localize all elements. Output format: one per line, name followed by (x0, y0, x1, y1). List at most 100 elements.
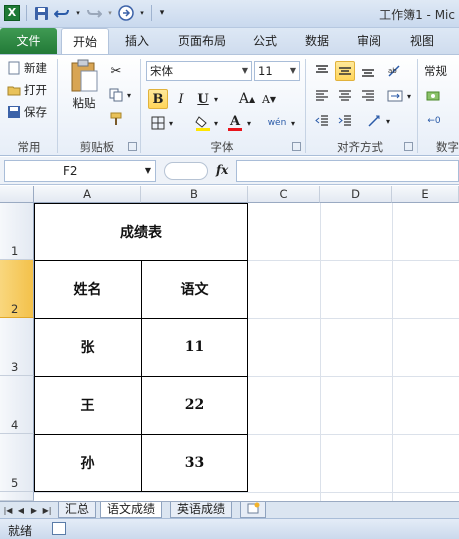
font-color-dropdown-icon[interactable]: ▾ (244, 113, 254, 133)
row-header-3[interactable]: 3 (0, 318, 34, 376)
copy-dropdown-icon[interactable]: ▾ (124, 85, 134, 105)
row-header-4[interactable]: 4 (0, 376, 34, 434)
font-name-value: 宋体 (150, 64, 173, 78)
undo-icon[interactable] (53, 4, 71, 22)
grow-font-label: A (238, 91, 249, 107)
open-button[interactable]: 打开 (7, 82, 47, 98)
macro-record-icon[interactable] (52, 522, 66, 535)
table-cell[interactable]: 孙 (34, 434, 141, 492)
align-left-icon[interactable] (312, 86, 332, 106)
number-format-select[interactable]: 常规 (424, 63, 447, 79)
phonetic-dropdown-icon[interactable]: ▾ (288, 113, 298, 133)
undo-dropdown-icon[interactable]: ▾ (74, 4, 82, 22)
row-header-1[interactable]: 1 (0, 203, 34, 260)
merge-center-icon[interactable] (385, 86, 405, 106)
underline-button[interactable]: U (193, 89, 213, 109)
tab-formulas[interactable]: 公式 (245, 28, 285, 54)
header-cell-name[interactable]: 姓名 (34, 260, 141, 318)
underline-dropdown-icon[interactable]: ▾ (211, 89, 221, 109)
tab-view[interactable]: 视图 (402, 28, 442, 54)
align-bottom-icon[interactable] (358, 61, 378, 81)
customize-toolbar-icon[interactable]: ▾ (157, 4, 167, 22)
bold-button[interactable]: B (148, 89, 168, 109)
column-header-c[interactable]: C (248, 186, 320, 203)
next-sheet-icon[interactable]: ▶ (28, 504, 40, 517)
name-box[interactable]: F2 ▼ (4, 160, 156, 182)
sheet-tab-english[interactable]: 英语成绩 (170, 502, 233, 518)
row-header-2[interactable]: 2 (0, 260, 34, 318)
grow-font-button[interactable]: A ▲ (237, 89, 257, 109)
save-icon[interactable] (32, 4, 50, 22)
column-header-d[interactable]: D (320, 186, 392, 203)
last-sheet-icon[interactable]: ▶| (41, 504, 53, 517)
align-center-icon[interactable] (335, 86, 355, 106)
table-cell[interactable]: 11 (141, 318, 248, 376)
redo-dropdown-icon[interactable]: ▾ (106, 4, 114, 22)
tab-review[interactable]: 审阅 (349, 28, 389, 54)
borders-dropdown-icon[interactable]: ▾ (166, 113, 176, 133)
group-label-number: 数字 (436, 140, 459, 154)
forward-dropdown-icon[interactable]: ▾ (138, 4, 146, 22)
redo-icon[interactable] (85, 4, 103, 22)
italic-button[interactable]: I (171, 89, 191, 109)
column-header-b[interactable]: B (141, 186, 248, 203)
decrease-decimal-icon[interactable]: ←0 (424, 111, 444, 131)
text-direction-dropdown-icon[interactable]: ▾ (383, 111, 393, 131)
shrink-font-button[interactable]: A ▼ (259, 89, 279, 109)
align-middle-icon[interactable] (335, 61, 355, 81)
phonetic-guide-button[interactable]: wén (265, 113, 289, 133)
align-top-icon[interactable] (312, 61, 332, 81)
cut-icon[interactable]: ✂ (106, 61, 126, 81)
save-button[interactable]: 保存 (7, 104, 47, 120)
alignment-launcher-icon[interactable] (404, 142, 413, 151)
table-title-cell[interactable]: 成绩表 (34, 203, 248, 260)
font-name-select[interactable]: 宋体 ▼ (146, 61, 252, 81)
align-right-icon[interactable] (358, 86, 378, 106)
tab-data[interactable]: 数据 (297, 28, 337, 54)
column-header-a[interactable]: A (34, 186, 141, 203)
table-cell[interactable]: 33 (141, 434, 248, 492)
font-size-select[interactable]: 11 ▼ (254, 61, 300, 81)
table-cell[interactable]: 22 (141, 376, 248, 434)
sheet-tab-summary[interactable]: 汇总 (58, 502, 97, 518)
merge-dropdown-icon[interactable]: ▾ (404, 86, 414, 106)
fill-color-dropdown-icon[interactable]: ▾ (211, 113, 221, 133)
row-header-6-partial[interactable] (0, 492, 34, 501)
tab-home[interactable]: 开始 (61, 28, 109, 54)
decrease-indent-icon[interactable] (312, 111, 332, 131)
status-text: 就绪 (8, 524, 33, 538)
borders-icon[interactable] (148, 113, 168, 133)
format-painter-icon[interactable] (106, 109, 126, 129)
tab-file[interactable]: 文件 (0, 28, 57, 54)
clipboard-launcher-icon[interactable] (128, 142, 137, 151)
prev-sheet-icon[interactable]: ◀ (15, 504, 27, 517)
new-button[interactable]: 新建 (7, 60, 47, 76)
sheet-tab-chinese[interactable]: 语文成绩 (100, 502, 163, 518)
text-direction-icon[interactable] (365, 111, 385, 131)
group-label-clipboard: 剪贴板 (79, 140, 115, 154)
tab-page-layout[interactable]: 页面布局 (168, 28, 236, 54)
header-cell-chinese[interactable]: 语文 (141, 260, 248, 318)
font-color-button[interactable]: A (225, 113, 245, 133)
paste-button[interactable]: 粘贴 (66, 59, 102, 111)
table-cell[interactable]: 王 (34, 376, 141, 434)
column-header-e[interactable]: E (392, 186, 459, 203)
insert-function-icon[interactable]: fx (216, 163, 228, 177)
formula-bar-expand-handle[interactable] (164, 162, 208, 180)
number-format-value: 常规 (424, 64, 447, 78)
paste-button-label: 粘贴 (72, 96, 96, 110)
insert-sheet-icon[interactable] (240, 502, 266, 518)
table-cell[interactable]: 张 (34, 318, 141, 376)
copy-icon[interactable] (106, 85, 126, 105)
first-sheet-icon[interactable]: |◀ (2, 504, 14, 517)
formula-input[interactable] (236, 160, 459, 182)
row-header-5[interactable]: 5 (0, 434, 34, 492)
fill-color-icon[interactable] (193, 113, 213, 133)
select-all-corner[interactable] (0, 186, 34, 203)
orientation-icon[interactable]: ab (385, 61, 405, 81)
accounting-format-icon[interactable] (424, 86, 444, 106)
tab-insert[interactable]: 插入 (114, 28, 160, 54)
increase-indent-icon[interactable] (335, 111, 355, 131)
font-launcher-icon[interactable] (292, 142, 301, 151)
forward-circle-icon[interactable] (117, 4, 135, 22)
